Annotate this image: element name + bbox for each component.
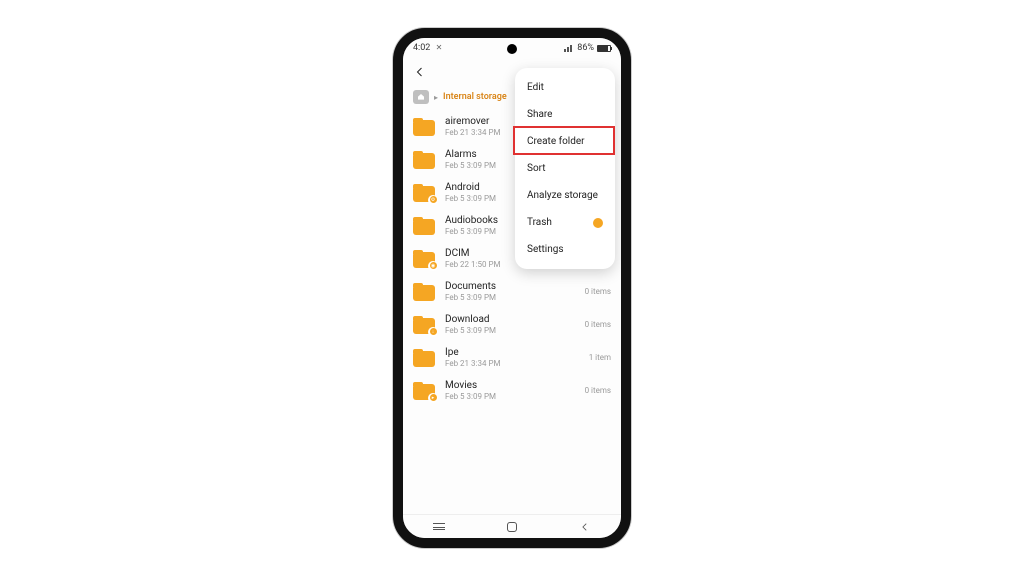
folder-text: IpeFeb 21 3:34 PM xyxy=(445,347,579,368)
folder-badge-icon: ▸ xyxy=(428,393,438,403)
folder-icon: ⚙ xyxy=(413,184,435,202)
folder-badge-icon: ⚙ xyxy=(428,195,438,205)
folder-name: Ipe xyxy=(445,347,579,358)
folder-icon: ▸ xyxy=(413,382,435,400)
menu-item-label: Create folder xyxy=(527,136,585,147)
new-badge-icon xyxy=(593,218,603,228)
folder-row[interactable]: IpeFeb 21 3:34 PM 1 item xyxy=(403,341,621,374)
overflow-menu: Edit Share Create folder Sort Analyze storag… xyxy=(515,68,615,269)
recents-icon xyxy=(433,523,445,530)
menu-item-share[interactable]: Share xyxy=(515,101,615,128)
menu-item-edit[interactable]: Edit xyxy=(515,74,615,101)
folder-row[interactable]: DocumentsFeb 5 3:09 PM 0 items xyxy=(403,275,621,308)
status-left: 4:02 ✕ xyxy=(413,43,442,53)
folder-count: 0 items xyxy=(585,386,611,395)
menu-item-label: Share xyxy=(527,109,552,120)
home-icon[interactable] xyxy=(413,90,429,104)
clock: 4:02 xyxy=(413,43,430,53)
menu-item-sort[interactable]: Sort xyxy=(515,155,615,182)
home-outline-icon xyxy=(507,522,517,532)
system-nav-bar xyxy=(403,514,621,538)
menu-item-settings[interactable]: Settings xyxy=(515,236,615,263)
folder-icon: ◉ xyxy=(413,250,435,268)
folder-icon xyxy=(413,151,435,169)
nav-back-button[interactable] xyxy=(573,520,597,534)
battery-percent: 86% xyxy=(577,43,594,53)
phone-frame: 4:02 ✕ 86% ▸ xyxy=(393,28,631,548)
folder-icon xyxy=(413,283,435,301)
menu-item-label: Trash xyxy=(527,217,552,228)
folder-name: Documents xyxy=(445,281,575,292)
status-right: 86% xyxy=(564,43,611,53)
folder-icon xyxy=(413,217,435,235)
chevron-left-icon xyxy=(414,66,426,78)
folder-date: Feb 21 3:34 PM xyxy=(445,359,579,368)
folder-count: 0 items xyxy=(585,320,611,329)
folder-name: Movies xyxy=(445,380,575,391)
menu-item-create-folder[interactable]: Create folder xyxy=(515,128,615,155)
folder-icon xyxy=(413,349,435,367)
folder-text: MoviesFeb 5 3:09 PM xyxy=(445,380,575,401)
folder-icon: ↓ xyxy=(413,316,435,334)
breadcrumb-separator-icon: ▸ xyxy=(434,93,438,102)
nav-home-button[interactable] xyxy=(500,520,524,534)
front-camera xyxy=(507,44,517,54)
menu-item-analyze-storage[interactable]: Analyze storage xyxy=(515,182,615,209)
breadcrumb-label[interactable]: Internal storage xyxy=(443,92,507,102)
folder-text: DocumentsFeb 5 3:09 PM xyxy=(445,281,575,302)
folder-count: 0 items xyxy=(585,287,611,296)
folder-date: Feb 5 3:09 PM xyxy=(445,326,575,335)
menu-item-label: Edit xyxy=(527,82,544,93)
folder-row[interactable]: ▸ MoviesFeb 5 3:09 PM 0 items xyxy=(403,374,621,407)
folder-date: Feb 5 3:09 PM xyxy=(445,293,575,302)
back-button[interactable] xyxy=(411,63,429,81)
screen: 4:02 ✕ 86% ▸ xyxy=(403,38,621,538)
folder-date: Feb 5 3:09 PM xyxy=(445,392,575,401)
menu-item-label: Settings xyxy=(527,244,564,255)
folder-row[interactable]: ↓ DownloadFeb 5 3:09 PM 0 items xyxy=(403,308,621,341)
folder-badge-icon: ↓ xyxy=(428,327,438,337)
nav-recents-button[interactable] xyxy=(427,520,451,534)
folder-icon xyxy=(413,118,435,136)
signal-icon xyxy=(564,44,574,52)
folder-count: 1 item xyxy=(589,353,611,362)
battery-icon xyxy=(597,45,611,52)
folder-text: DownloadFeb 5 3:09 PM xyxy=(445,314,575,335)
menu-item-label: Sort xyxy=(527,163,546,174)
menu-item-label: Analyze storage xyxy=(527,190,598,201)
menu-item-trash[interactable]: Trash xyxy=(515,209,615,236)
back-icon xyxy=(580,517,590,536)
folder-badge-icon: ◉ xyxy=(428,261,438,271)
folder-name: Download xyxy=(445,314,575,325)
status-indicator-icon: ✕ xyxy=(436,43,443,52)
